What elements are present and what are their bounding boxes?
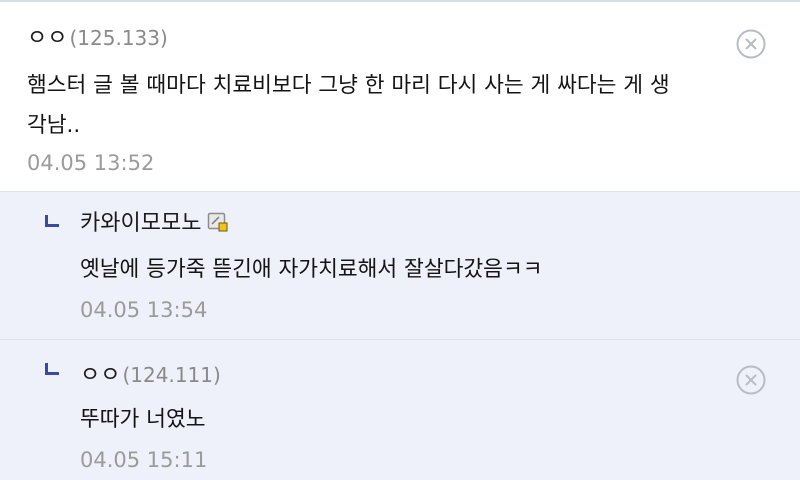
comment-author[interactable]: ㅇㅇ (124.111) [80,361,221,390]
comment-item: ㅇㅇ (125.133) 햄스터 글 볼 때마다 치료비보다 그냥 한 마리 다시… [0,2,800,192]
comment-timestamp: 04.05 13:52 [27,151,155,175]
reply-timestamp: 04.05 15:11 [80,448,208,472]
reply-text: 옛날에 등가죽 뜯긴애 자가치료해서 잘살다갔음ㅋㅋ [80,257,543,282]
reply-timestamp: 04.05 13:54 [80,298,208,322]
ip-address: (125.133) [69,26,168,50]
nickname: ㅇㅇ [80,363,121,388]
reply-item: 카와이모모노 옛날에 등가죽 뜯긴애 자가치료해서 잘살다갔음ㅋㅋ 04.05 … [0,192,800,340]
comment-text-line-1: 햄스터 글 볼 때마다 치료비보다 그냥 한 마리 다시 사는 게 싸다는 게 … [27,73,670,98]
nickname: 카와이모모노 [80,211,202,236]
comment-text-line-2: 각남.. [27,113,81,138]
reply-item: ㅇㅇ (124.111) 뚜따가 너였노 04.05 15:11 [0,340,800,480]
reply-text: 뚜따가 너였노 [80,407,206,432]
close-icon[interactable] [736,365,766,395]
comment-author[interactable]: ㅇㅇ (125.133) [27,24,168,53]
reply-arrow-icon [45,363,59,375]
nickname: ㅇㅇ [27,26,68,51]
comment-author[interactable]: 카와이모모노 [80,210,229,238]
fixed-nick-badge-icon [208,212,228,232]
close-icon[interactable] [736,29,766,59]
ip-address: (124.111) [122,363,221,387]
reply-arrow-icon [45,215,59,227]
